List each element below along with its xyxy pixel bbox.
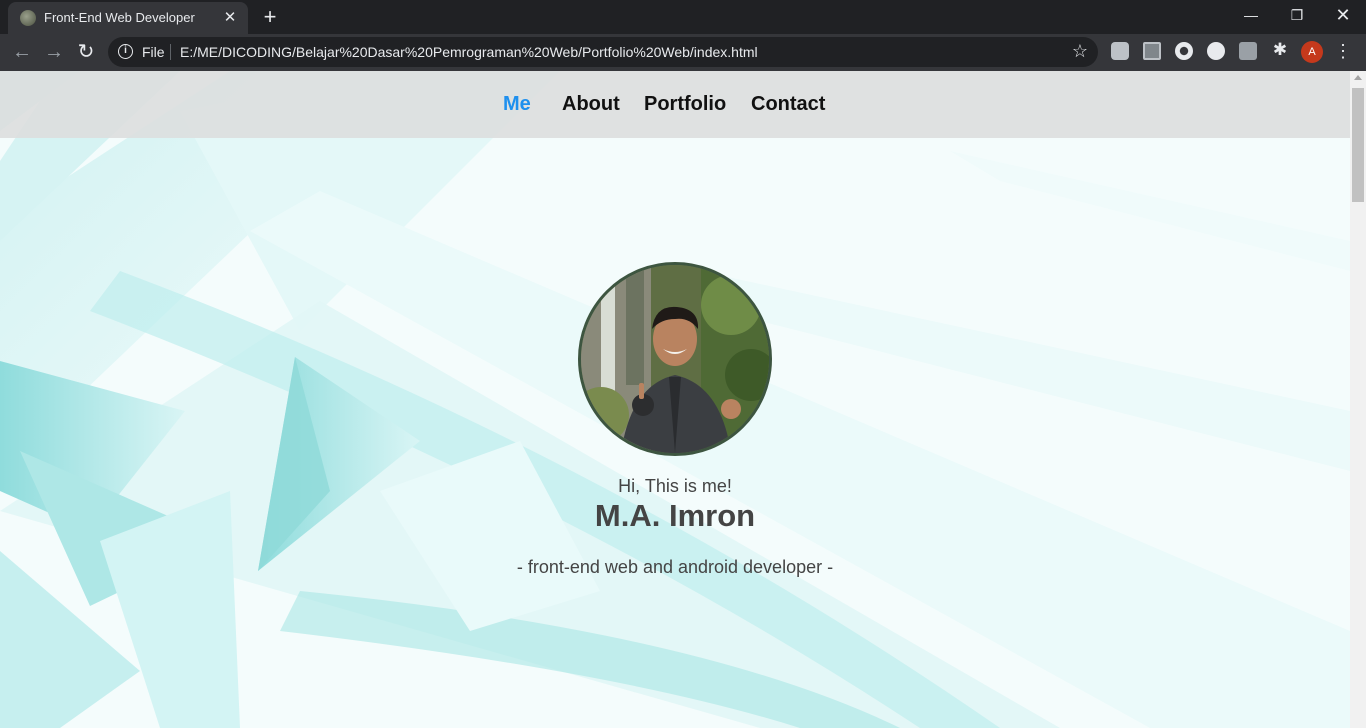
browser-menu-icon[interactable]: ⋮ — [1334, 38, 1352, 64]
extension-record-icon[interactable] — [1175, 42, 1193, 60]
back-button[interactable]: ← — [7, 37, 37, 67]
address-divider — [170, 44, 171, 60]
minimize-button[interactable]: — — [1228, 0, 1274, 30]
nav-link-portfolio[interactable]: Portfolio — [644, 93, 726, 116]
tab-title: Front-End Web Developer — [44, 10, 195, 25]
info-icon[interactable]: i — [118, 44, 133, 59]
bookmark-star-icon[interactable]: ☆ — [1072, 41, 1088, 62]
vertical-scrollbar[interactable] — [1350, 71, 1366, 728]
tab-strip: Front-End Web Developer ✕ + — ❐ ✕ — [0, 0, 1366, 34]
tab-close-icon[interactable]: ✕ — [220, 8, 240, 28]
scroll-up-arrow-icon[interactable] — [1354, 75, 1362, 80]
address-bar[interactable]: i File E:/ME/DICODING/Belajar%20Dasar%20… — [108, 37, 1098, 67]
extension-chat-icon[interactable] — [1111, 42, 1129, 60]
extensions-puzzle-icon[interactable]: ✱ — [1269, 39, 1291, 61]
favicon-icon — [20, 10, 36, 26]
extension-circle-icon[interactable] — [1207, 42, 1225, 60]
scheme-label: File — [142, 44, 165, 60]
tagline-text: - front-end web and android developer - — [516, 557, 834, 577]
new-tab-button[interactable]: + — [256, 4, 284, 32]
page-viewport: Me About Portfolio Contact Hi, This is m… — [0, 71, 1350, 728]
nav-link-contact[interactable]: Contact — [751, 93, 825, 116]
restore-button[interactable]: ❐ — [1274, 0, 1320, 30]
extension-camera-icon[interactable] — [1239, 42, 1257, 60]
profile-avatar[interactable]: A — [1301, 41, 1323, 63]
reload-button[interactable]: ↻ — [71, 37, 101, 67]
extension-square-icon[interactable] — [1143, 42, 1161, 60]
close-window-button[interactable]: ✕ — [1320, 0, 1366, 30]
scroll-thumb[interactable] — [1352, 88, 1364, 202]
browser-toolbar: ← → ↻ i File E:/ME/DICODING/Belajar%20Da… — [0, 34, 1366, 71]
site-nav: Me About Portfolio Contact — [0, 71, 1350, 138]
url-text[interactable]: E:/ME/DICODING/Belajar%20Dasar%20Pemrogr… — [180, 44, 758, 60]
name-heading: M.A. Imron — [594, 498, 756, 533]
greeting-text: Hi, This is me! — [618, 476, 732, 496]
nav-link-me[interactable]: Me — [503, 93, 531, 116]
profile-photo-art — [581, 265, 769, 453]
forward-button[interactable]: → — [39, 37, 69, 67]
nav-link-about[interactable]: About — [562, 93, 620, 116]
profile-photo — [578, 262, 772, 456]
browser-tab[interactable]: Front-End Web Developer ✕ — [8, 2, 248, 34]
